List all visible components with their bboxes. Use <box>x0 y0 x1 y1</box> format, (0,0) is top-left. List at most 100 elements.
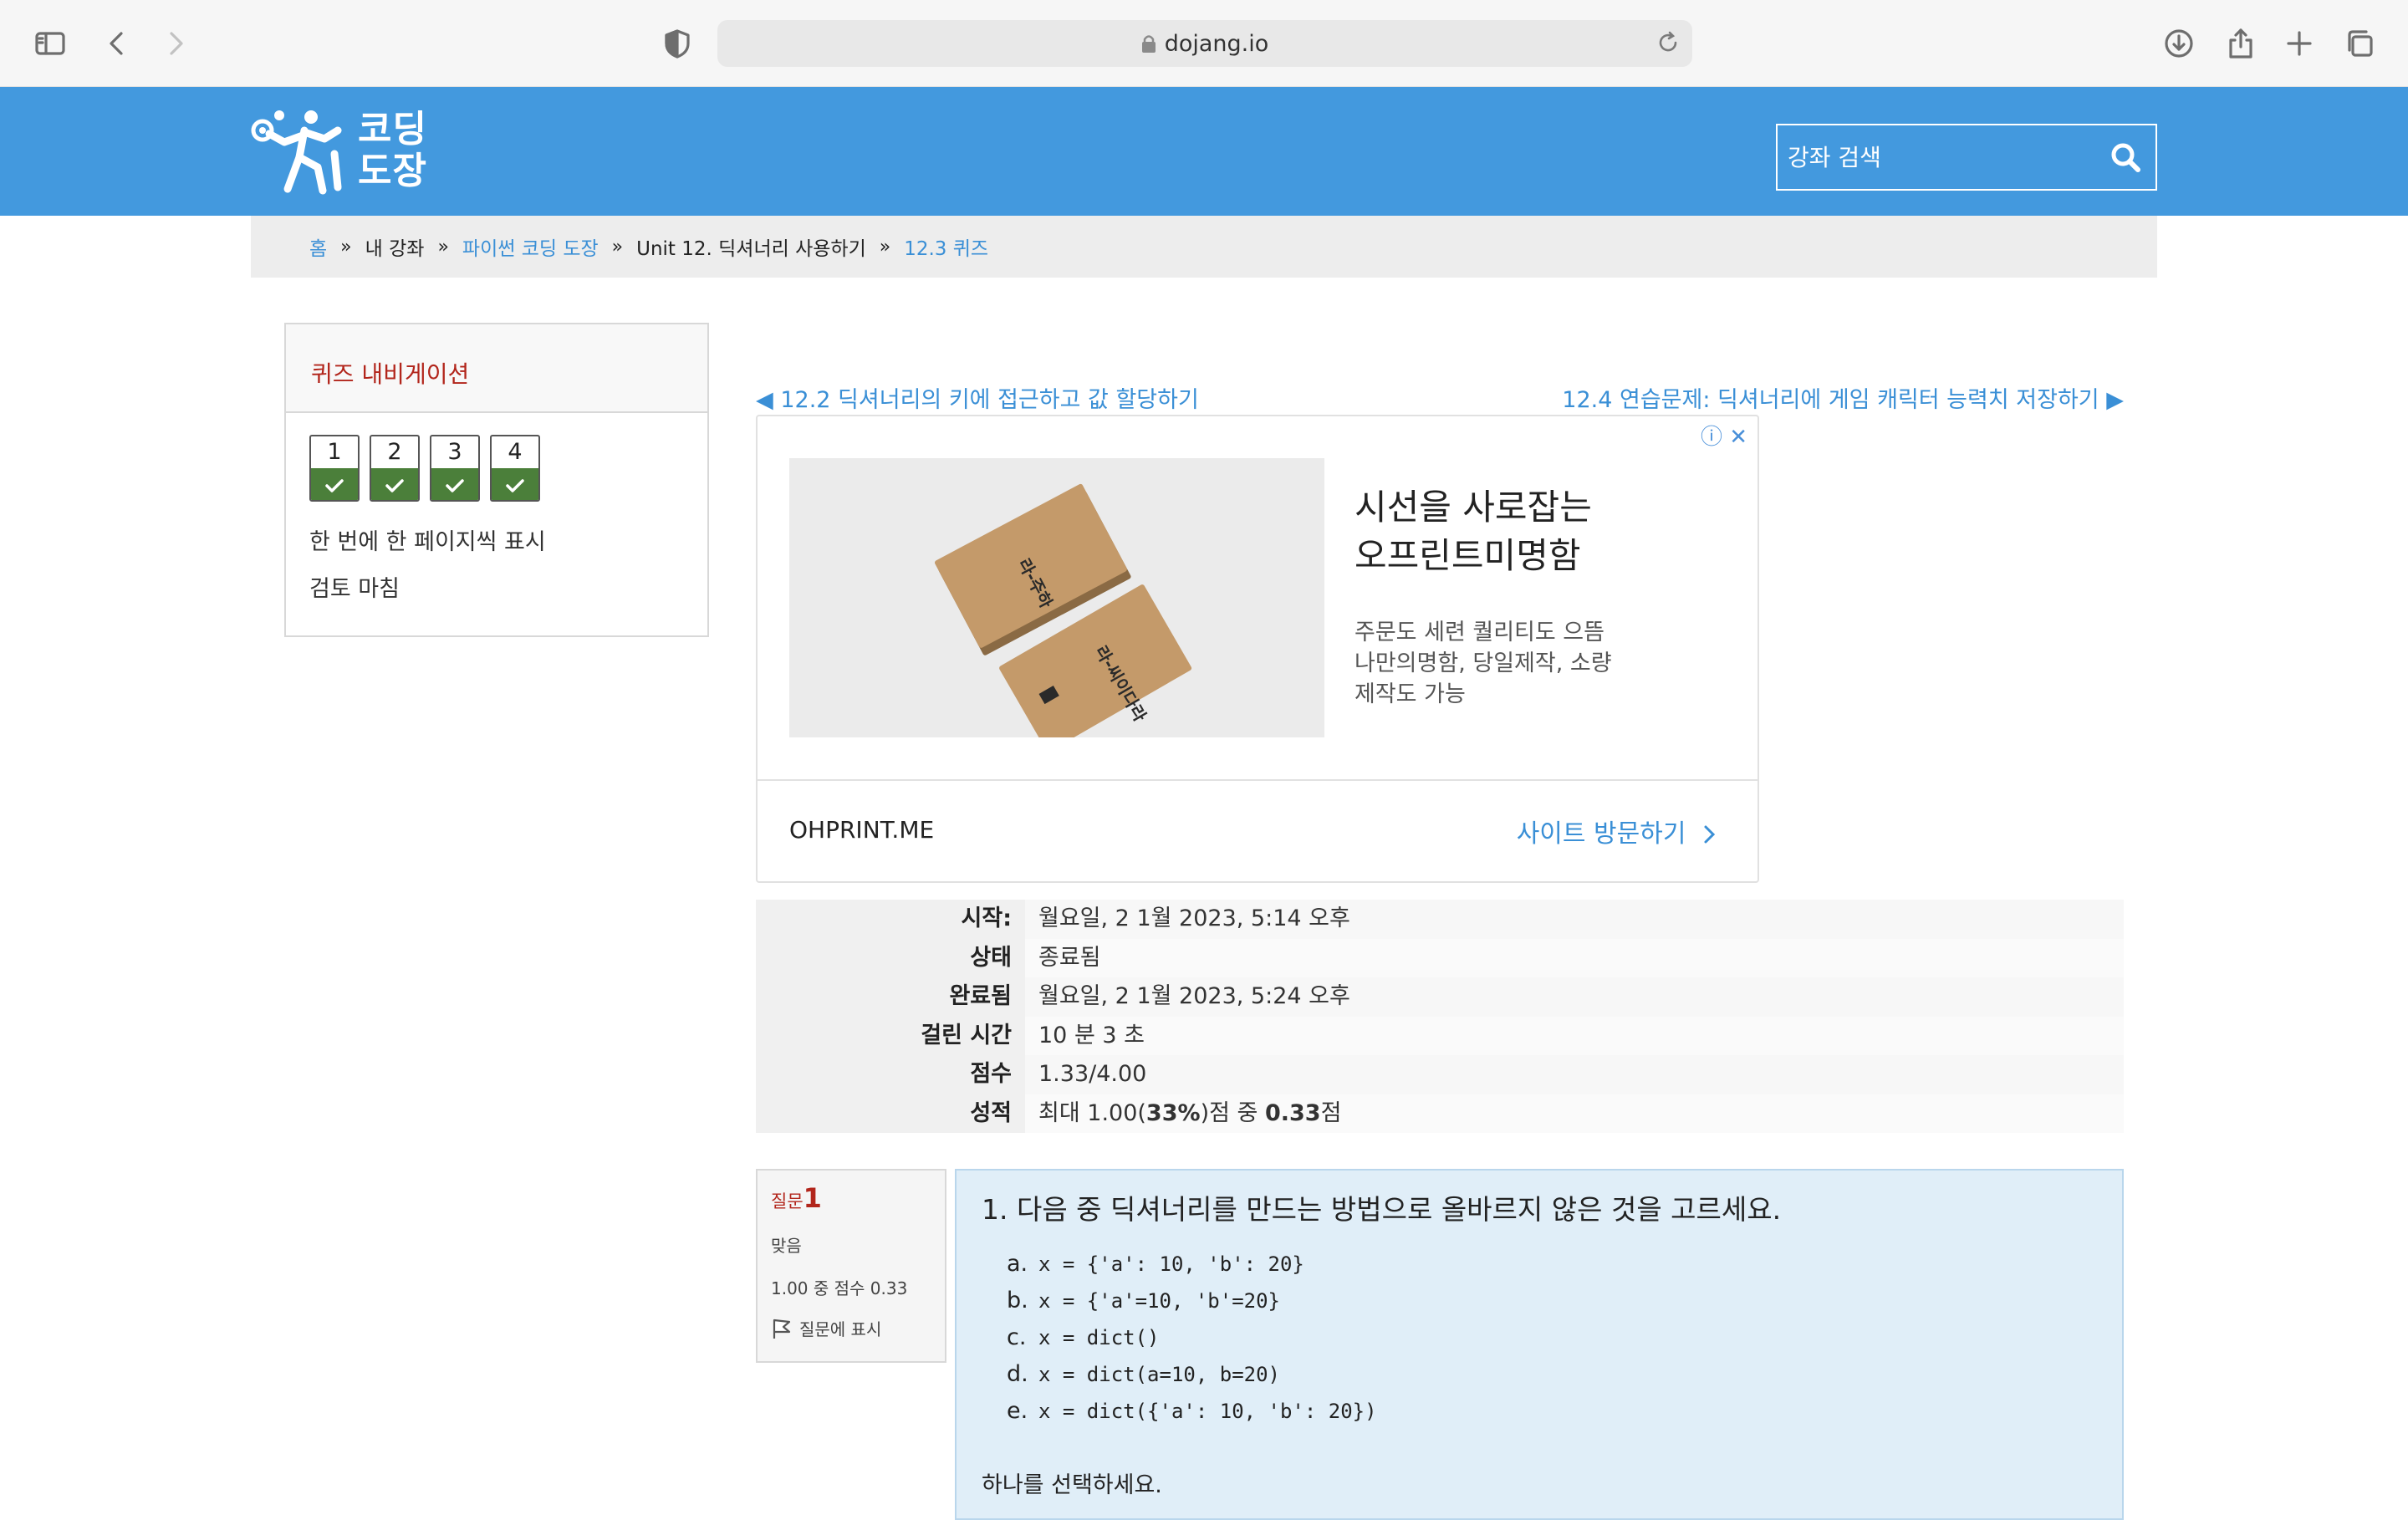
course-search <box>1776 124 2157 191</box>
question-label: 질문 <box>771 1191 804 1211</box>
summary-label: 시작: <box>756 900 1025 939</box>
summary-row-started: 시작: 월요일, 2 1월 2023, 5:14 오후 <box>756 900 2124 939</box>
search-icon[interactable] <box>2109 140 2142 174</box>
summary-value: 종료됨 <box>1025 938 2124 977</box>
course-search-input[interactable] <box>1778 125 2095 189</box>
back-icon[interactable] <box>92 18 142 69</box>
summary-value: 1.33/4.00 <box>1025 1055 2124 1094</box>
summary-label: 완료됨 <box>756 977 1025 1017</box>
select-one-prompt: 하나를 선택하세요. <box>982 1472 1162 1498</box>
advertisement[interactable]: ⓘ ✕ 라-주하 라-씨이다라 시선을 사로잡는 오프린트미명함 주문도 세련 … <box>756 415 1759 883</box>
answer-option-d[interactable]: d. x = dict(a=10, b=20) <box>1007 1361 2097 1398</box>
answer-label: a. <box>1007 1251 1028 1277</box>
flag-icon <box>773 1319 791 1339</box>
ad-choices-icon[interactable]: ⓘ ✕ <box>1701 420 1747 451</box>
grade-suffix: 점 <box>1320 1099 1342 1126</box>
logo-text-line2: 도장 <box>358 150 427 192</box>
question-number: 4 <box>508 439 523 465</box>
question-button-1[interactable]: 1 <box>309 435 360 502</box>
breadcrumb-current[interactable]: 12.3 퀴즈 <box>904 232 988 261</box>
business-cards-image: 라-주하 라-씨이다라 <box>789 458 1324 737</box>
question-button-4[interactable]: 4 <box>490 435 540 502</box>
summary-value: 월요일, 2 1월 2023, 5:14 오후 <box>1025 900 2124 939</box>
grade-percent: 33% <box>1145 1099 1201 1126</box>
site-logo[interactable]: 코딩 도장 <box>251 104 460 200</box>
answer-label: e. <box>1007 1398 1028 1424</box>
chevron-right-icon <box>1704 825 1716 844</box>
ad-image[interactable]: 라-주하 라-씨이다라 <box>789 458 1324 737</box>
new-tab-icon[interactable] <box>2274 18 2324 69</box>
sidebar-toggle-icon[interactable] <box>25 18 75 69</box>
ad-description: 주문도 세련 퀄리티도 으뜸 나만의명함, 당일제작, 소량 제작도 가능 <box>1354 617 1672 710</box>
question-text: 1. 다음 중 딕셔너리를 만드는 방법으로 올바르지 않은 것을 고르세요. <box>982 1193 1782 1226</box>
answer-label: d. <box>1007 1361 1028 1387</box>
answer-code: x = {'a'=10, 'b'=20} <box>1038 1289 1280 1313</box>
privacy-shield-icon[interactable] <box>652 18 702 69</box>
question-number: 1 <box>327 439 342 465</box>
answered-state <box>311 468 358 500</box>
grade-score: 0.33 <box>1264 1099 1321 1126</box>
address-bar[interactable]: dojang.io <box>717 20 1692 67</box>
downloads-icon[interactable] <box>2154 18 2204 69</box>
finish-review-link[interactable]: 검토 마침 <box>309 570 400 603</box>
ad-title[interactable]: 시선을 사로잡는 오프린트미명함 <box>1354 483 1592 580</box>
answer-code: x = {'a': 10, 'b': 20} <box>1038 1252 1304 1276</box>
question-number: 2 <box>387 439 402 465</box>
tab-overview-icon[interactable] <box>2334 18 2385 69</box>
grade-value: 최대 1.00(33%)점 중 0.33점 <box>1025 1094 2124 1133</box>
answer-label: b. <box>1007 1288 1028 1313</box>
quiz-navigation-title: 퀴즈 내비게이션 <box>286 324 707 413</box>
breadcrumb-home[interactable]: 홈 <box>309 232 327 261</box>
ad-visit-site-button[interactable]: 사이트 방문하기 <box>1517 813 1719 849</box>
breadcrumb-separator: » <box>437 236 449 258</box>
question-number: 3 <box>447 439 462 465</box>
reload-icon[interactable] <box>1656 30 1681 55</box>
grade-middle: )점 중 <box>1200 1099 1265 1126</box>
answer-code: x = dict() <box>1038 1326 1160 1349</box>
answer-option-b[interactable]: b. x = {'a'=10, 'b'=20} <box>1007 1288 2097 1324</box>
answer-option-c[interactable]: c. x = dict() <box>1007 1324 2097 1361</box>
ad-desc-line1: 주문도 세련 퀄리티도 으뜸 <box>1354 620 1604 645</box>
question-number-label: 질문1 <box>771 1182 931 1214</box>
site-header: 코딩 도장 <box>0 87 2408 216</box>
ad-domain: OHPRINT.ME <box>789 816 935 844</box>
summary-label: 점수 <box>756 1055 1025 1094</box>
prev-lesson-link[interactable]: ◀ 12.2 딕셔너리의 키에 접근하고 값 할당하기 <box>756 381 1199 414</box>
answered-state <box>492 468 538 500</box>
question-button-3[interactable]: 3 <box>430 435 480 502</box>
answer-label: c. <box>1007 1324 1027 1350</box>
answered-state <box>371 468 418 500</box>
ad-cta-label: 사이트 방문하기 <box>1516 819 1686 849</box>
url-text: dojang.io <box>1164 31 1269 57</box>
check-icon <box>506 479 524 492</box>
summary-label: 걸린 시간 <box>756 1016 1025 1055</box>
breadcrumb-unit: Unit 12. 딕셔너리 사용하기 <box>636 238 866 260</box>
breadcrumb-course[interactable]: 파이썬 코딩 도장 <box>462 232 599 261</box>
answer-option-a[interactable]: a. x = {'a': 10, 'b': 20} <box>1007 1251 2097 1288</box>
answer-list: a. x = {'a': 10, 'b': 20} b. x = {'a'=10, … <box>1007 1251 2097 1435</box>
logo-text: 코딩 도장 <box>358 109 427 192</box>
breadcrumb-separator: » <box>340 236 352 258</box>
ad-desc-line2: 나만의명함, 당일제작, 소량 <box>1354 650 1612 676</box>
question-mark: 1.00 중 점수 0.33 <box>771 1278 908 1298</box>
share-icon[interactable] <box>2216 18 2266 69</box>
summary-row-marks: 점수 1.33/4.00 <box>756 1055 2124 1094</box>
check-icon <box>325 479 344 492</box>
logo-figure-icon <box>251 110 342 195</box>
logo-text-line1: 코딩 <box>358 108 427 150</box>
check-icon <box>385 479 404 492</box>
check-icon <box>446 479 464 492</box>
lock-icon <box>1141 35 1156 53</box>
ad-title-line2: 오프린트미명함 <box>1354 535 1581 576</box>
breadcrumb-separator: » <box>611 236 624 258</box>
flag-question-button[interactable]: 질문에 표시 <box>771 1316 931 1340</box>
next-lesson-link[interactable]: 12.4 연습문제: 딕셔너리에 게임 캐릭터 능력치 저장하기 ▶ <box>1562 381 2124 414</box>
show-one-page-link[interactable]: 한 번에 한 페이지씩 표시 <box>309 523 546 556</box>
summary-label: 상태 <box>756 938 1025 977</box>
forward-icon[interactable] <box>150 18 201 69</box>
answer-option-e[interactable]: e. x = dict({'a': 10, 'b': 20}) <box>1007 1398 2097 1435</box>
breadcrumb-separator: » <box>879 236 891 258</box>
question-button-2[interactable]: 2 <box>370 435 420 502</box>
answer-code: x = dict({'a': 10, 'b': 20}) <box>1038 1400 1377 1423</box>
ad-desc-line3: 제작도 가능 <box>1354 681 1466 707</box>
